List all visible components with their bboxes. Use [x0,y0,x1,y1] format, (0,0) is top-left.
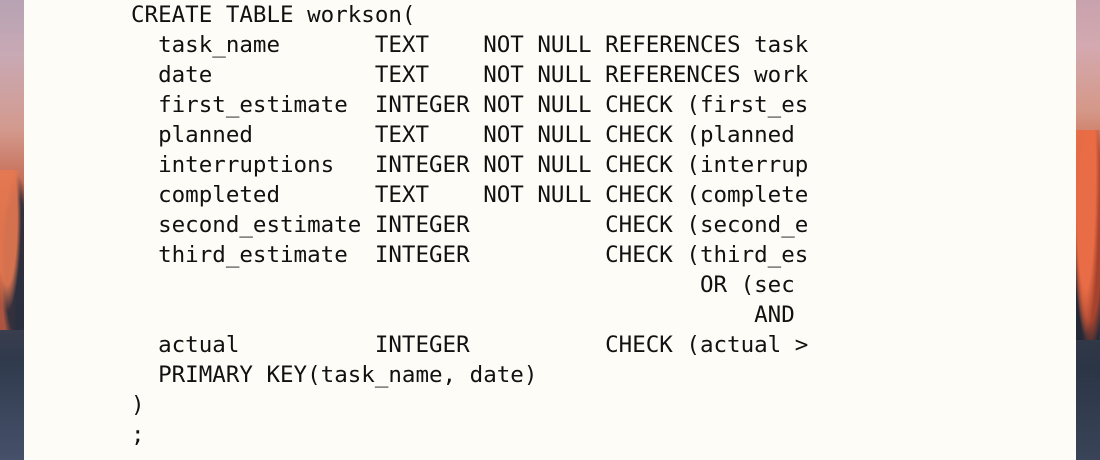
code-line-primary-key: PRIMARY KEY(task_name, date) [131,362,538,388]
code-line-or-continuation: OR (sec [131,272,795,298]
code-line-interruptions: interruptions INTEGER NOT NULL CHECK (in… [131,152,809,178]
desktop-wallpaper-left [0,0,24,460]
code-line-date: date TEXT NOT NULL REFERENCES work [131,62,809,88]
code-line-planned: planned TEXT NOT NULL CHECK (planned [131,122,809,148]
code-line-close-paren: ) [131,392,145,418]
code-line-completed: completed TEXT NOT NULL CHECK (complete [131,182,809,208]
document-page: CREATE TABLE workson( task_name TEXT NOT… [24,0,1078,460]
code-line-third-estimate: third_estimate INTEGER CHECK (third_es [131,242,809,268]
code-line-semicolon: ; [131,422,145,448]
code-line-task-name: task_name TEXT NOT NULL REFERENCES task [131,32,809,58]
code-line-first-estimate: first_estimate INTEGER NOT NULL CHECK (f… [131,92,809,118]
desktop-wallpaper-right [1076,0,1100,460]
code-line-and-continuation: AND [131,302,795,328]
code-line-actual: actual INTEGER CHECK (actual > [131,332,809,358]
code-line-create-table: CREATE TABLE workson( [131,2,416,28]
code-line-second-estimate: second_estimate INTEGER CHECK (second_e [131,212,809,238]
sql-code-block: CREATE TABLE workson( task_name TEXT NOT… [131,0,944,460]
